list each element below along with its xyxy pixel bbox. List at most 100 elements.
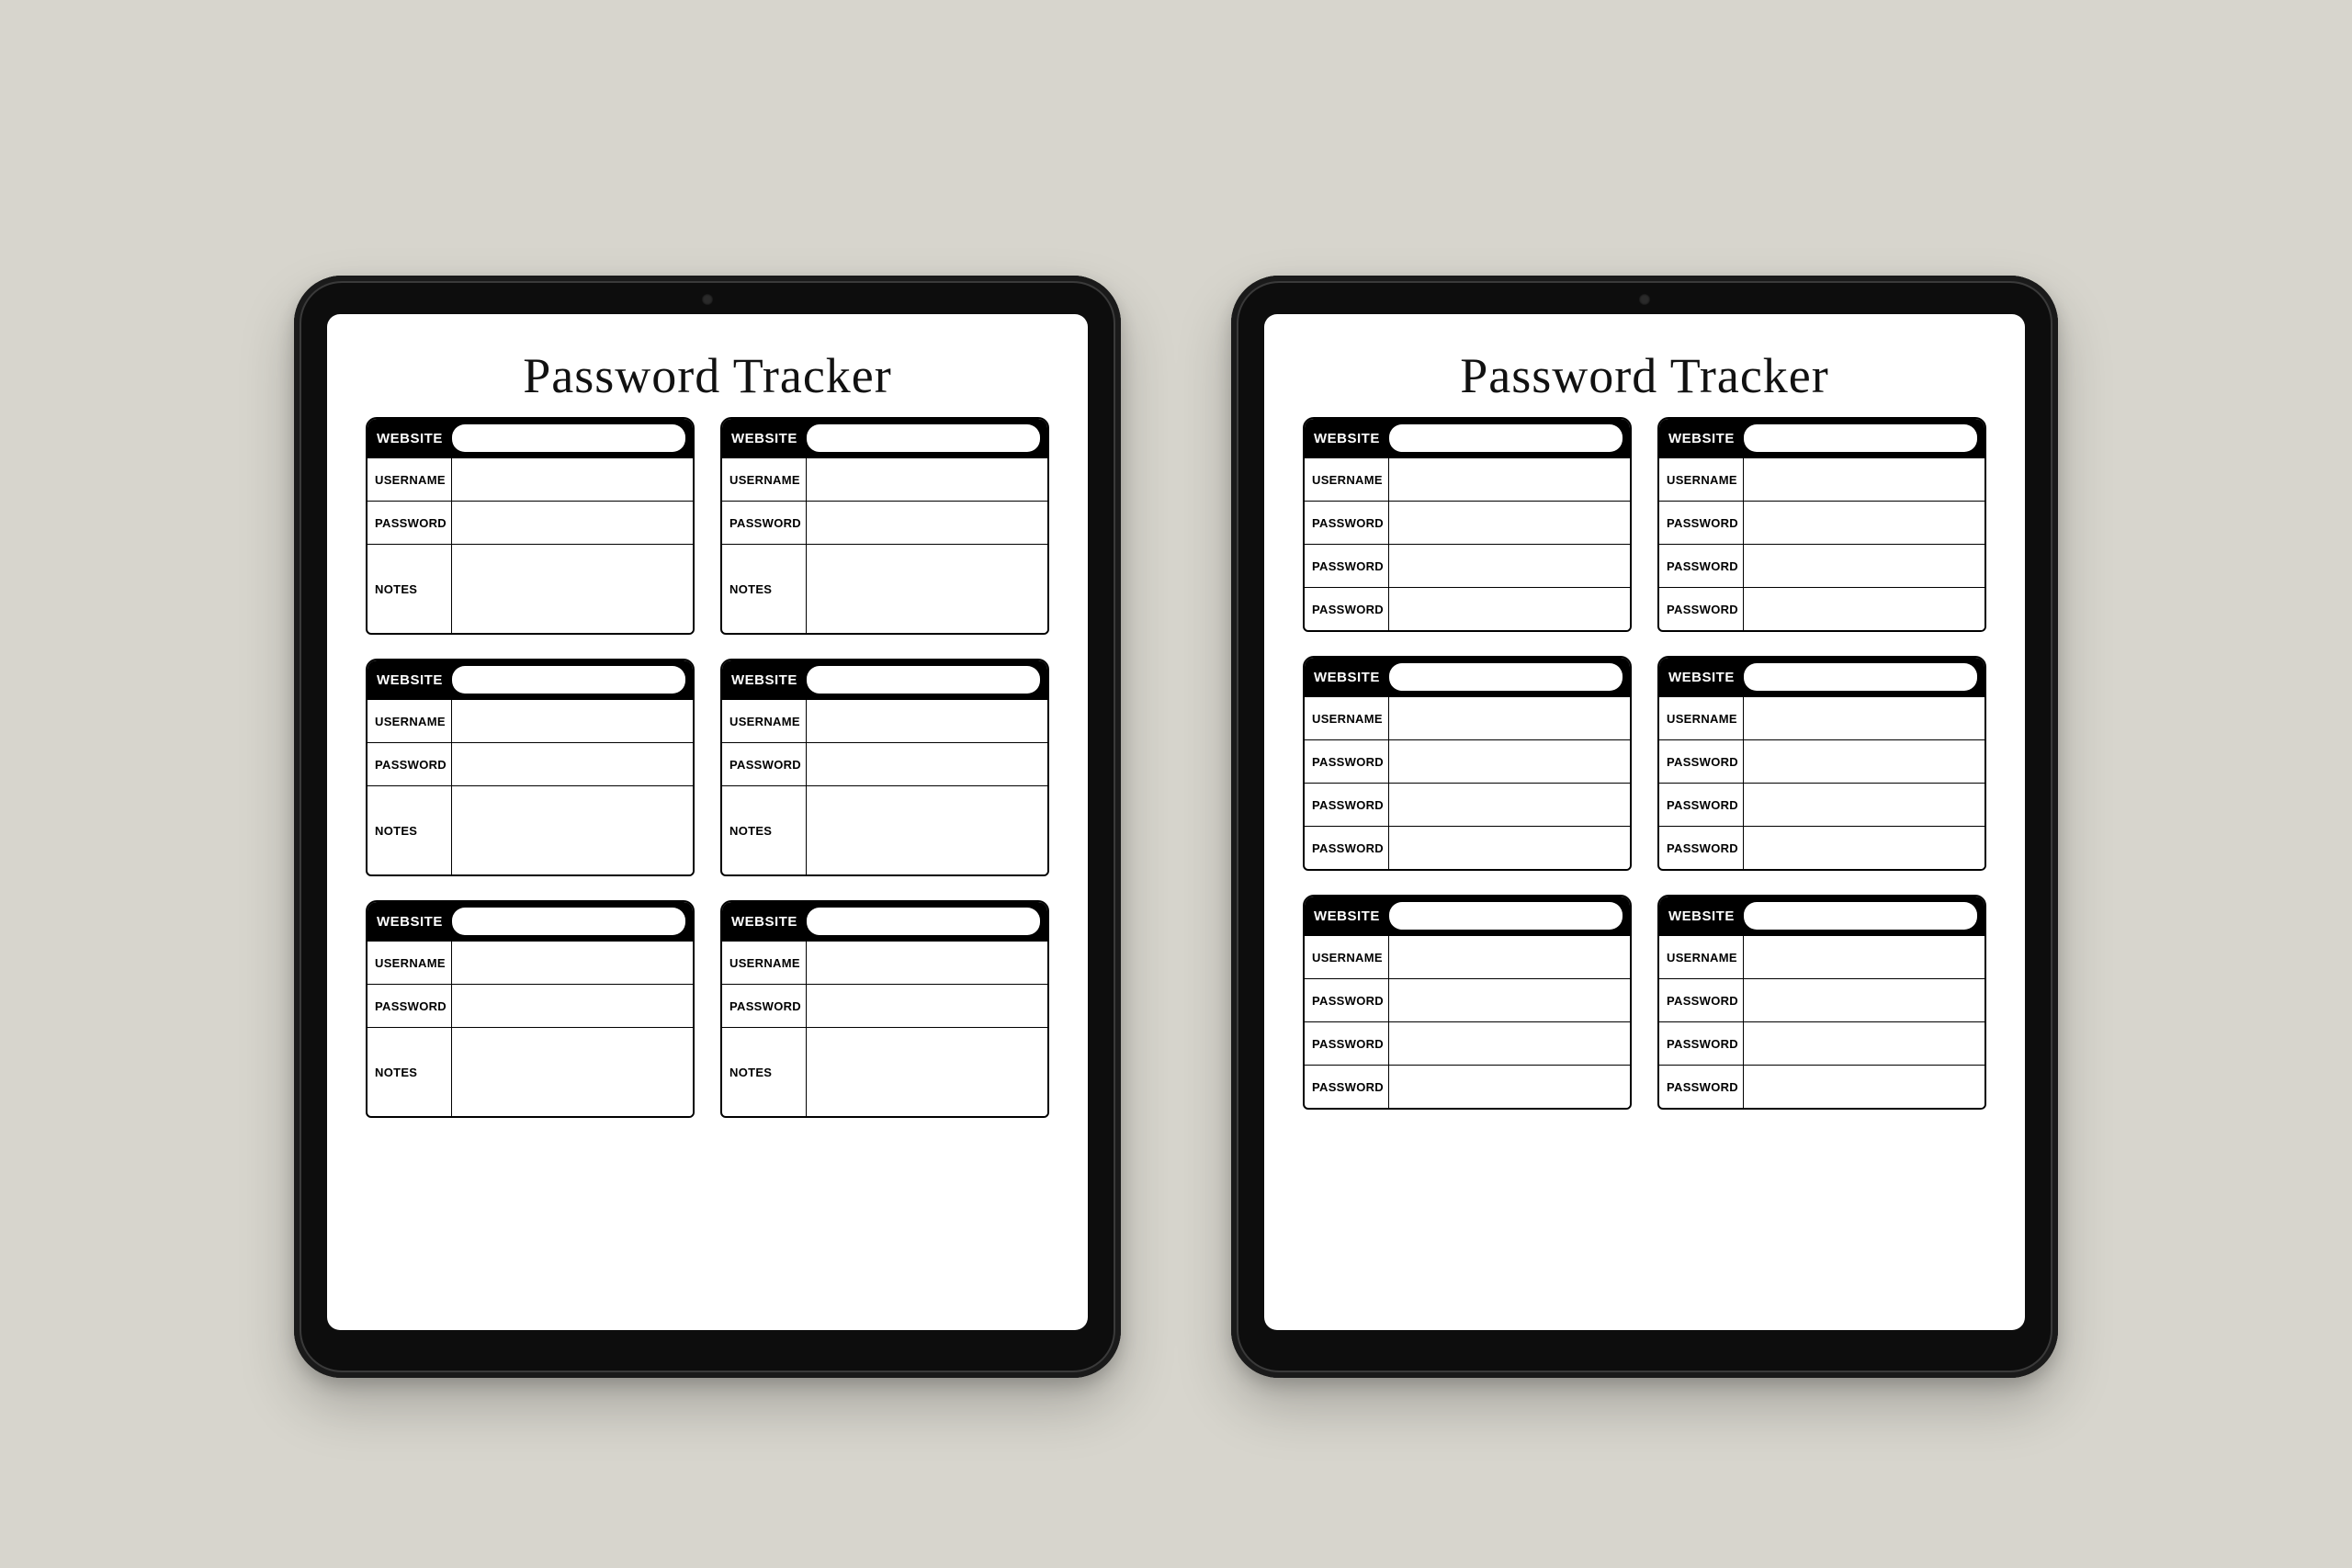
password-input[interactable] [1389,1022,1630,1065]
website-label: WEBSITE [1668,670,1735,685]
screen-left: Password Tracker WEBSITE USERNAME PASSW [327,314,1088,1330]
password-input[interactable] [1744,784,1984,826]
password-input[interactable] [1389,588,1630,630]
username-input[interactable] [1389,458,1630,501]
username-label: USERNAME [722,700,807,742]
password-input[interactable] [452,743,693,785]
username-input[interactable] [807,942,1047,984]
password-card: WEBSITE USERNAME PASSWORD PASSWORD PASSW… [1303,417,1632,632]
website-input[interactable] [452,908,685,935]
password-input[interactable] [1389,979,1630,1021]
password-label: PASSWORD [722,502,807,544]
password-label: PASSWORD [368,502,452,544]
password-input[interactable] [1744,827,1984,869]
notes-label: NOTES [368,786,452,874]
password-label: PASSWORD [1659,1066,1744,1108]
password-input[interactable] [807,502,1047,544]
row-notes: NOTES [368,544,693,633]
password-input[interactable] [807,985,1047,1027]
password-input[interactable] [1744,588,1984,630]
website-input[interactable] [807,908,1040,935]
row-notes: NOTES [368,785,693,874]
page-title: Password Tracker [366,347,1049,404]
website-input[interactable] [1744,663,1977,691]
password-input[interactable] [1744,1066,1984,1108]
username-input[interactable] [1744,697,1984,739]
notes-label: NOTES [722,786,807,874]
password-input[interactable] [1389,827,1630,869]
password-label: PASSWORD [1659,545,1744,587]
website-label: WEBSITE [731,431,797,446]
notes-input[interactable] [807,786,1047,874]
password-input[interactable] [452,502,693,544]
website-input[interactable] [1389,663,1623,691]
website-input[interactable] [1389,902,1623,930]
username-input[interactable] [807,700,1047,742]
row-password: PASSWORD [1659,783,1984,826]
username-input[interactable] [1744,936,1984,978]
password-input[interactable] [1744,740,1984,783]
website-input[interactable] [452,666,685,694]
card-grid: WEBSITE USERNAME PASSWORD NOTES [366,417,1049,1118]
username-input[interactable] [1389,936,1630,978]
password-label: PASSWORD [1659,827,1744,869]
password-input[interactable] [1389,1066,1630,1108]
password-input[interactable] [452,985,693,1027]
row-password: PASSWORD [1659,978,1984,1021]
mockup-stage: Password Tracker WEBSITE USERNAME PASSW [0,0,2352,1568]
card-header: WEBSITE [1305,419,1630,457]
website-input[interactable] [807,666,1040,694]
row-password: PASSWORD [368,501,693,544]
username-input[interactable] [452,458,693,501]
card-header: WEBSITE [1659,658,1984,696]
row-username: USERNAME [1305,696,1630,739]
username-input[interactable] [452,942,693,984]
password-input[interactable] [1389,740,1630,783]
row-username: USERNAME [722,941,1047,984]
row-password: PASSWORD [1305,1021,1630,1065]
password-input[interactable] [1389,502,1630,544]
username-input[interactable] [452,700,693,742]
screen-right: Password Tracker WEBSITE USERNAME PASSWO… [1264,314,2025,1330]
row-password: PASSWORD [1659,544,1984,587]
row-username: USERNAME [1305,935,1630,978]
password-input[interactable] [1744,502,1984,544]
password-card: WEBSITE USERNAME PASSWORD NOTES [720,659,1049,876]
password-input[interactable] [1744,979,1984,1021]
username-input[interactable] [1744,458,1984,501]
password-label: PASSWORD [1305,740,1389,783]
website-input[interactable] [1744,902,1977,930]
notes-input[interactable] [452,545,693,633]
username-label: USERNAME [1659,458,1744,501]
row-username: USERNAME [722,699,1047,742]
username-input[interactable] [807,458,1047,501]
row-password: PASSWORD [1305,544,1630,587]
website-input[interactable] [807,424,1040,452]
password-card: WEBSITE USERNAME PASSWORD PASSWORD PASSW… [1657,656,1986,871]
row-password: PASSWORD [1659,1065,1984,1108]
notes-input[interactable] [452,1028,693,1116]
password-card: WEBSITE USERNAME PASSWORD PASSWORD PASSW… [1657,417,1986,632]
notes-input[interactable] [452,786,693,874]
password-input[interactable] [1389,545,1630,587]
website-label: WEBSITE [377,672,443,688]
row-password: PASSWORD [1659,739,1984,783]
website-label: WEBSITE [1314,908,1380,924]
website-input[interactable] [1389,424,1623,452]
username-input[interactable] [1389,697,1630,739]
password-input[interactable] [1389,784,1630,826]
notes-input[interactable] [807,1028,1047,1116]
password-card: WEBSITE USERNAME PASSWORD NOTES [720,900,1049,1118]
website-input[interactable] [1744,424,1977,452]
website-label: WEBSITE [1668,431,1735,446]
row-password: PASSWORD [368,984,693,1027]
row-password: PASSWORD [722,501,1047,544]
password-input[interactable] [1744,1022,1984,1065]
camera-icon [702,294,713,305]
card-header: WEBSITE [368,419,693,457]
password-input[interactable] [1744,545,1984,587]
row-password: PASSWORD [1659,1021,1984,1065]
password-input[interactable] [807,743,1047,785]
notes-input[interactable] [807,545,1047,633]
website-input[interactable] [452,424,685,452]
